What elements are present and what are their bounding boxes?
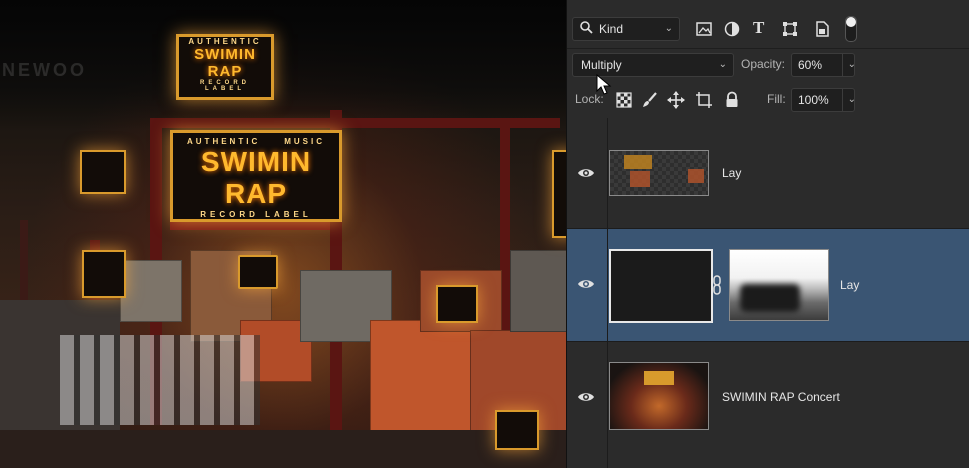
lock-row: Lock: Fill: 100% ⌄ xyxy=(567,84,969,116)
sign-top: AUTHENTIC SWIMIN RAP RECORD LABEL xyxy=(176,34,274,100)
layer-row-selected[interactable]: Lay xyxy=(567,229,969,341)
lock-position-icon[interactable] xyxy=(667,91,685,109)
lock-image-icon[interactable] xyxy=(641,91,659,109)
sign-top-text: AUTHENTIC xyxy=(187,137,261,146)
layer-column-divider xyxy=(607,229,608,341)
opacity-value: 60% xyxy=(798,58,823,72)
filter-row: Kind ⌄ T xyxy=(567,12,969,44)
thumb-sign xyxy=(644,371,674,385)
sign-subtitle: RECORD LABEL xyxy=(200,210,312,219)
layers-list: Lay Lay SWIMIN RAP Concert xyxy=(567,118,969,468)
truck-rows xyxy=(60,335,260,425)
watermark-text: INEWOO xyxy=(0,60,87,80)
sign-crate xyxy=(436,285,478,323)
image-filter-icon[interactable] xyxy=(695,20,713,38)
thumb-sign xyxy=(688,169,704,183)
mouse-pointer-icon xyxy=(596,74,612,95)
container xyxy=(510,250,566,332)
filter-toggle-knob xyxy=(846,17,856,27)
blend-mode-value: Multiply xyxy=(581,58,622,72)
sign-crate xyxy=(495,410,539,450)
layers-panel: Kind ⌄ T Multiply ⌄ Opacity: 60% ⌄ Lock:… xyxy=(566,0,969,468)
search-icon xyxy=(580,21,593,34)
layer-mask-thumbnail[interactable] xyxy=(729,249,829,321)
visibility-eye-icon[interactable] xyxy=(577,388,595,406)
shape-filter-icon[interactable] xyxy=(781,20,799,38)
chevron-down-icon[interactable]: ⌄ xyxy=(841,54,856,76)
layer-thumbnail[interactable] xyxy=(609,362,709,430)
filter-kind-select[interactable]: Kind ⌄ xyxy=(572,17,680,41)
layer-name[interactable]: SWIMIN RAP Concert xyxy=(722,390,840,404)
opacity-field[interactable]: 60% ⌄ xyxy=(791,53,856,77)
crane-beam xyxy=(170,222,330,230)
layer-thumbnail[interactable] xyxy=(609,249,713,323)
thumb-sign xyxy=(624,155,652,169)
sign-header: AUTHENTIC MUSIC xyxy=(173,133,339,146)
lock-transparent-icon[interactable] xyxy=(615,91,633,109)
sign-subtitle: RECORD LABEL xyxy=(199,80,250,92)
lock-all-icon[interactable] xyxy=(723,91,741,109)
layer-thumbnail[interactable] xyxy=(609,150,709,196)
sign-side xyxy=(80,150,126,194)
visibility-eye-icon[interactable] xyxy=(577,164,595,182)
sign-main: AUTHENTIC MUSIC SWIMIN RAP RECORD LABEL xyxy=(170,130,342,222)
opacity-label: Opacity: xyxy=(741,57,786,71)
sign-title: SWIMIN RAP xyxy=(200,146,312,209)
adjustment-filter-icon[interactable] xyxy=(723,20,741,38)
sign-side xyxy=(82,250,126,298)
ground xyxy=(0,430,566,468)
fill-field[interactable]: 100% ⌄ xyxy=(791,88,856,112)
container xyxy=(370,320,472,432)
thumb-sign xyxy=(630,171,650,187)
fill-value: 100% xyxy=(798,93,829,107)
type-filter-icon[interactable]: T xyxy=(753,18,771,37)
layer-name[interactable]: Lay xyxy=(722,166,741,180)
layer-column-divider xyxy=(607,342,608,468)
layer-row[interactable]: SWIMIN RAP Concert xyxy=(567,342,969,468)
visibility-eye-icon[interactable] xyxy=(577,275,595,293)
smart-object-filter-icon[interactable] xyxy=(813,20,831,38)
sign-title: SWIMIN RAP xyxy=(194,46,256,80)
layer-name[interactable]: Lay xyxy=(840,278,859,292)
blend-row: Multiply ⌄ Opacity: 60% ⌄ xyxy=(567,48,969,81)
layer-column-divider xyxy=(607,118,608,228)
chevron-down-icon: ⌄ xyxy=(664,23,673,34)
lock-artboard-icon[interactable] xyxy=(695,91,713,109)
link-chain-icon[interactable] xyxy=(711,275,723,295)
sign-side xyxy=(552,150,566,238)
document-canvas[interactable]: INEWOO AUTHENTIC SWIMIN RAP RECORD LABEL… xyxy=(0,0,566,468)
mask-shadow xyxy=(740,284,800,312)
sign-top-text: AUTHENTIC xyxy=(188,37,262,46)
layer-row[interactable]: Lay xyxy=(567,118,969,228)
chevron-down-icon: ⌄ xyxy=(718,59,727,70)
filter-toggle-switch[interactable] xyxy=(845,16,857,42)
chevron-down-icon[interactable]: ⌄ xyxy=(841,89,856,111)
sign-top-text-right: MUSIC xyxy=(284,137,325,146)
fill-label: Fill: xyxy=(767,92,786,106)
sign-crate xyxy=(238,255,278,289)
filter-kind-label: Kind xyxy=(599,22,624,36)
container xyxy=(120,260,182,322)
crane-beam xyxy=(150,118,560,128)
